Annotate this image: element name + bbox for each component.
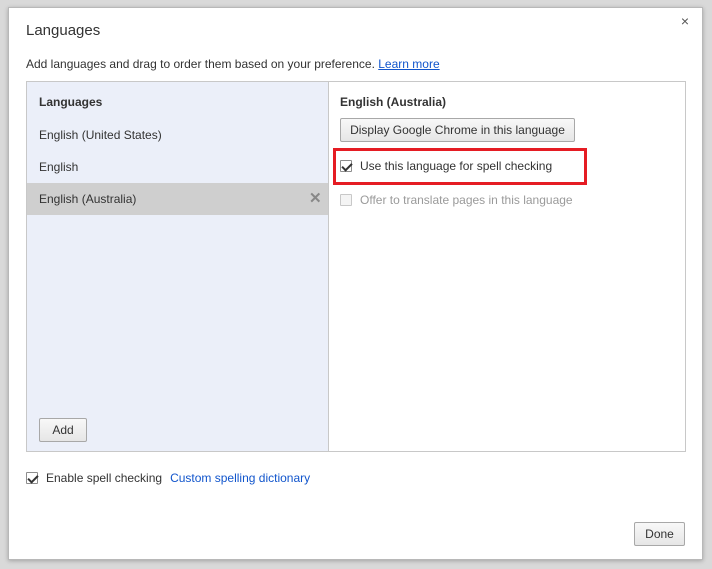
language-item-english-united-states[interactable]: English (United States) [27, 119, 328, 151]
language-item-english-australia[interactable]: English (Australia) ✕ [27, 183, 328, 215]
dialog-title: Languages [26, 22, 101, 39]
translate-checkbox[interactable] [340, 194, 352, 206]
dialog-description: Add languages and drag to order them bas… [26, 57, 440, 71]
remove-language-icon[interactable]: ✕ [309, 183, 323, 215]
close-icon[interactable]: × [678, 14, 692, 28]
display-chrome-in-language-button[interactable]: Display Google Chrome in this language [340, 118, 575, 142]
learn-more-link[interactable]: Learn more [378, 57, 439, 71]
description-text: Add languages and drag to order them bas… [26, 57, 375, 71]
enable-spell-check-label: Enable spell checking [46, 471, 163, 485]
language-item-english[interactable]: English [27, 151, 328, 183]
languages-dialog: Languages × Add languages and drag to or… [8, 7, 703, 560]
translate-option: Offer to translate pages in this languag… [340, 193, 573, 207]
add-language-button[interactable]: Add [39, 418, 87, 442]
custom-dictionary-link[interactable]: Custom spelling dictionary [170, 471, 310, 485]
translate-label: Offer to translate pages in this languag… [360, 193, 573, 207]
language-list-heading: Languages [39, 95, 103, 109]
language-list-pane: Languages English (United States) Englis… [27, 82, 329, 451]
done-button[interactable]: Done [634, 522, 685, 546]
enable-spell-check-row: Enable spell checking Custom spelling di… [26, 471, 310, 485]
language-item-label: English (United States) [39, 128, 162, 142]
language-item-label: English (Australia) [39, 192, 137, 206]
spell-check-highlight-box [333, 148, 587, 185]
enable-spell-check-checkbox[interactable] [26, 472, 38, 484]
language-item-label: English [39, 160, 79, 174]
selected-language-heading: English (Australia) [340, 95, 447, 109]
languages-panel: Languages English (United States) Englis… [26, 81, 686, 452]
